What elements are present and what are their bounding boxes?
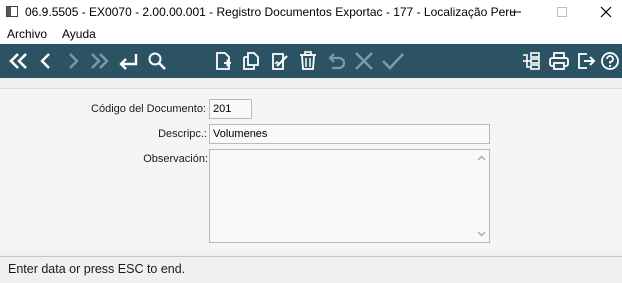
minimize-button[interactable]: [496, 0, 536, 24]
close-button[interactable]: [586, 0, 622, 24]
cancel-button[interactable]: [352, 49, 376, 73]
goto-icon: [119, 54, 138, 70]
app-icon: [6, 6, 18, 17]
search-icon: [148, 52, 166, 70]
help-icon: [601, 52, 619, 70]
search-button[interactable]: [145, 49, 169, 73]
edit-button[interactable]: [268, 49, 292, 73]
copy-icon: [243, 52, 259, 70]
next-record-icon: [69, 53, 79, 69]
maximize-icon: [557, 7, 567, 17]
confirm-icon: [382, 53, 404, 70]
menu-archivo[interactable]: Archivo: [7, 27, 47, 41]
close-icon: [600, 6, 612, 18]
help-button[interactable]: [598, 49, 622, 73]
confirm-button[interactable]: [380, 49, 404, 73]
descripc-input[interactable]: Volumenes: [209, 124, 490, 144]
status-text: Enter data or press ESC to end.: [8, 262, 186, 276]
copy-button[interactable]: [239, 49, 263, 73]
status-bar: Enter data or press ESC to end.: [0, 256, 622, 283]
menu-ayuda[interactable]: Ayuda: [62, 27, 96, 41]
scroll-up-icon[interactable]: [477, 154, 486, 163]
maximize-button[interactable]: [542, 0, 582, 24]
first-record-icon: [9, 53, 27, 69]
codigo-label: Código del Documento:: [91, 103, 206, 115]
last-record-button[interactable]: [88, 49, 112, 73]
observacion-textarea[interactable]: [209, 149, 490, 243]
exit-button[interactable]: [574, 49, 598, 73]
structure-button[interactable]: [519, 49, 543, 73]
last-record-icon: [91, 53, 109, 69]
minimize-icon: [511, 11, 521, 13]
print-icon: [549, 52, 569, 70]
first-record-button[interactable]: [6, 49, 30, 73]
next-record-button[interactable]: [61, 49, 85, 73]
new-document-icon: [216, 52, 231, 70]
delete-button[interactable]: [296, 49, 320, 73]
previous-record-icon: [40, 53, 50, 69]
codigo-input[interactable]: 201: [209, 99, 252, 119]
previous-record-button[interactable]: [34, 49, 58, 73]
exit-icon: [578, 53, 596, 69]
observacion-text: [210, 150, 489, 156]
structure-icon: [523, 52, 540, 70]
print-button[interactable]: [547, 49, 571, 73]
delete-icon: [300, 51, 316, 70]
window-title: 06.9.5505 - EX0070 - 2.00.00.001 - Regis…: [25, 5, 516, 19]
scroll-down-icon[interactable]: [477, 229, 486, 238]
title-bar: 06.9.5505 - EX0070 - 2.00.00.001 - Regis…: [0, 0, 622, 24]
edit-icon: [272, 53, 288, 70]
descripc-label: Descripc.:: [158, 128, 207, 140]
new-document-button[interactable]: [211, 49, 235, 73]
goto-button[interactable]: [117, 49, 141, 73]
form-area: Código del Documento: 201 Descripc.: Vol…: [0, 88, 622, 252]
menu-bar: Archivo Ayuda: [0, 24, 622, 44]
undo-icon: [328, 53, 346, 70]
cancel-icon: [355, 52, 373, 70]
toolbar: [0, 44, 622, 78]
undo-button[interactable]: [324, 49, 348, 73]
observacion-label: Observación:: [143, 153, 208, 165]
